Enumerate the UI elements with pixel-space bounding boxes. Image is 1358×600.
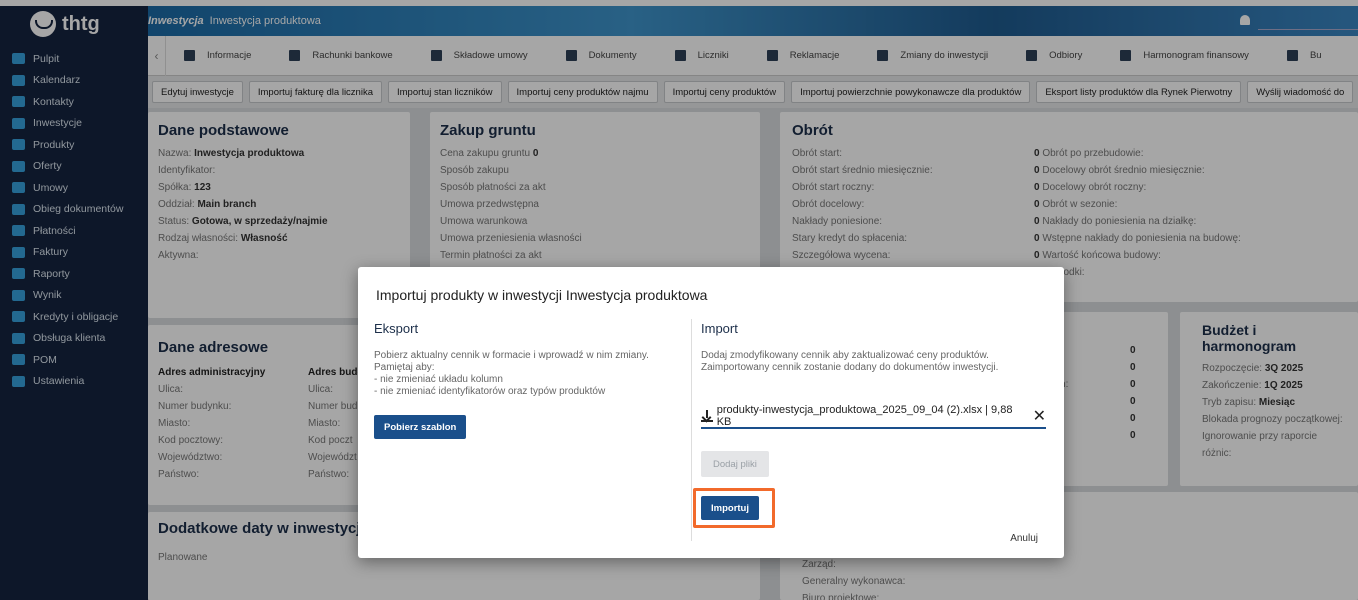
import-title: Import	[701, 321, 738, 336]
import-text: Dodaj zmodyfikowany cennik aby zaktualiz…	[701, 350, 999, 373]
modal-title: Importuj produkty w inwestycji Inwestycj…	[376, 287, 708, 303]
export-section: Eksport Pobierz aktualny cennik w formac…	[374, 319, 692, 541]
download-icon	[701, 410, 713, 422]
close-icon[interactable]: ✕	[1033, 406, 1046, 426]
export-text: Pobierz aktualny cennik w formacie i wpr…	[374, 350, 649, 397]
import-modal: Importuj produkty w inwestycji Inwestycj…	[358, 267, 1064, 558]
download-template-button[interactable]: Pobierz szablon	[374, 415, 467, 439]
add-files-button: Dodaj pliki	[701, 451, 769, 477]
export-title: Eksport	[374, 321, 419, 336]
import-section: Import Dodaj zmodyfikowany cennik aby za…	[693, 319, 1046, 541]
cancel-button[interactable]: Anuluj	[1010, 533, 1038, 544]
import-button[interactable]: Importuj	[701, 496, 759, 520]
file-item: produkty-inwestycja_produktowa_2025_09_0…	[701, 404, 1046, 429]
file-name: produkty-inwestycja_produktowa_2025_09_0…	[716, 404, 1013, 428]
